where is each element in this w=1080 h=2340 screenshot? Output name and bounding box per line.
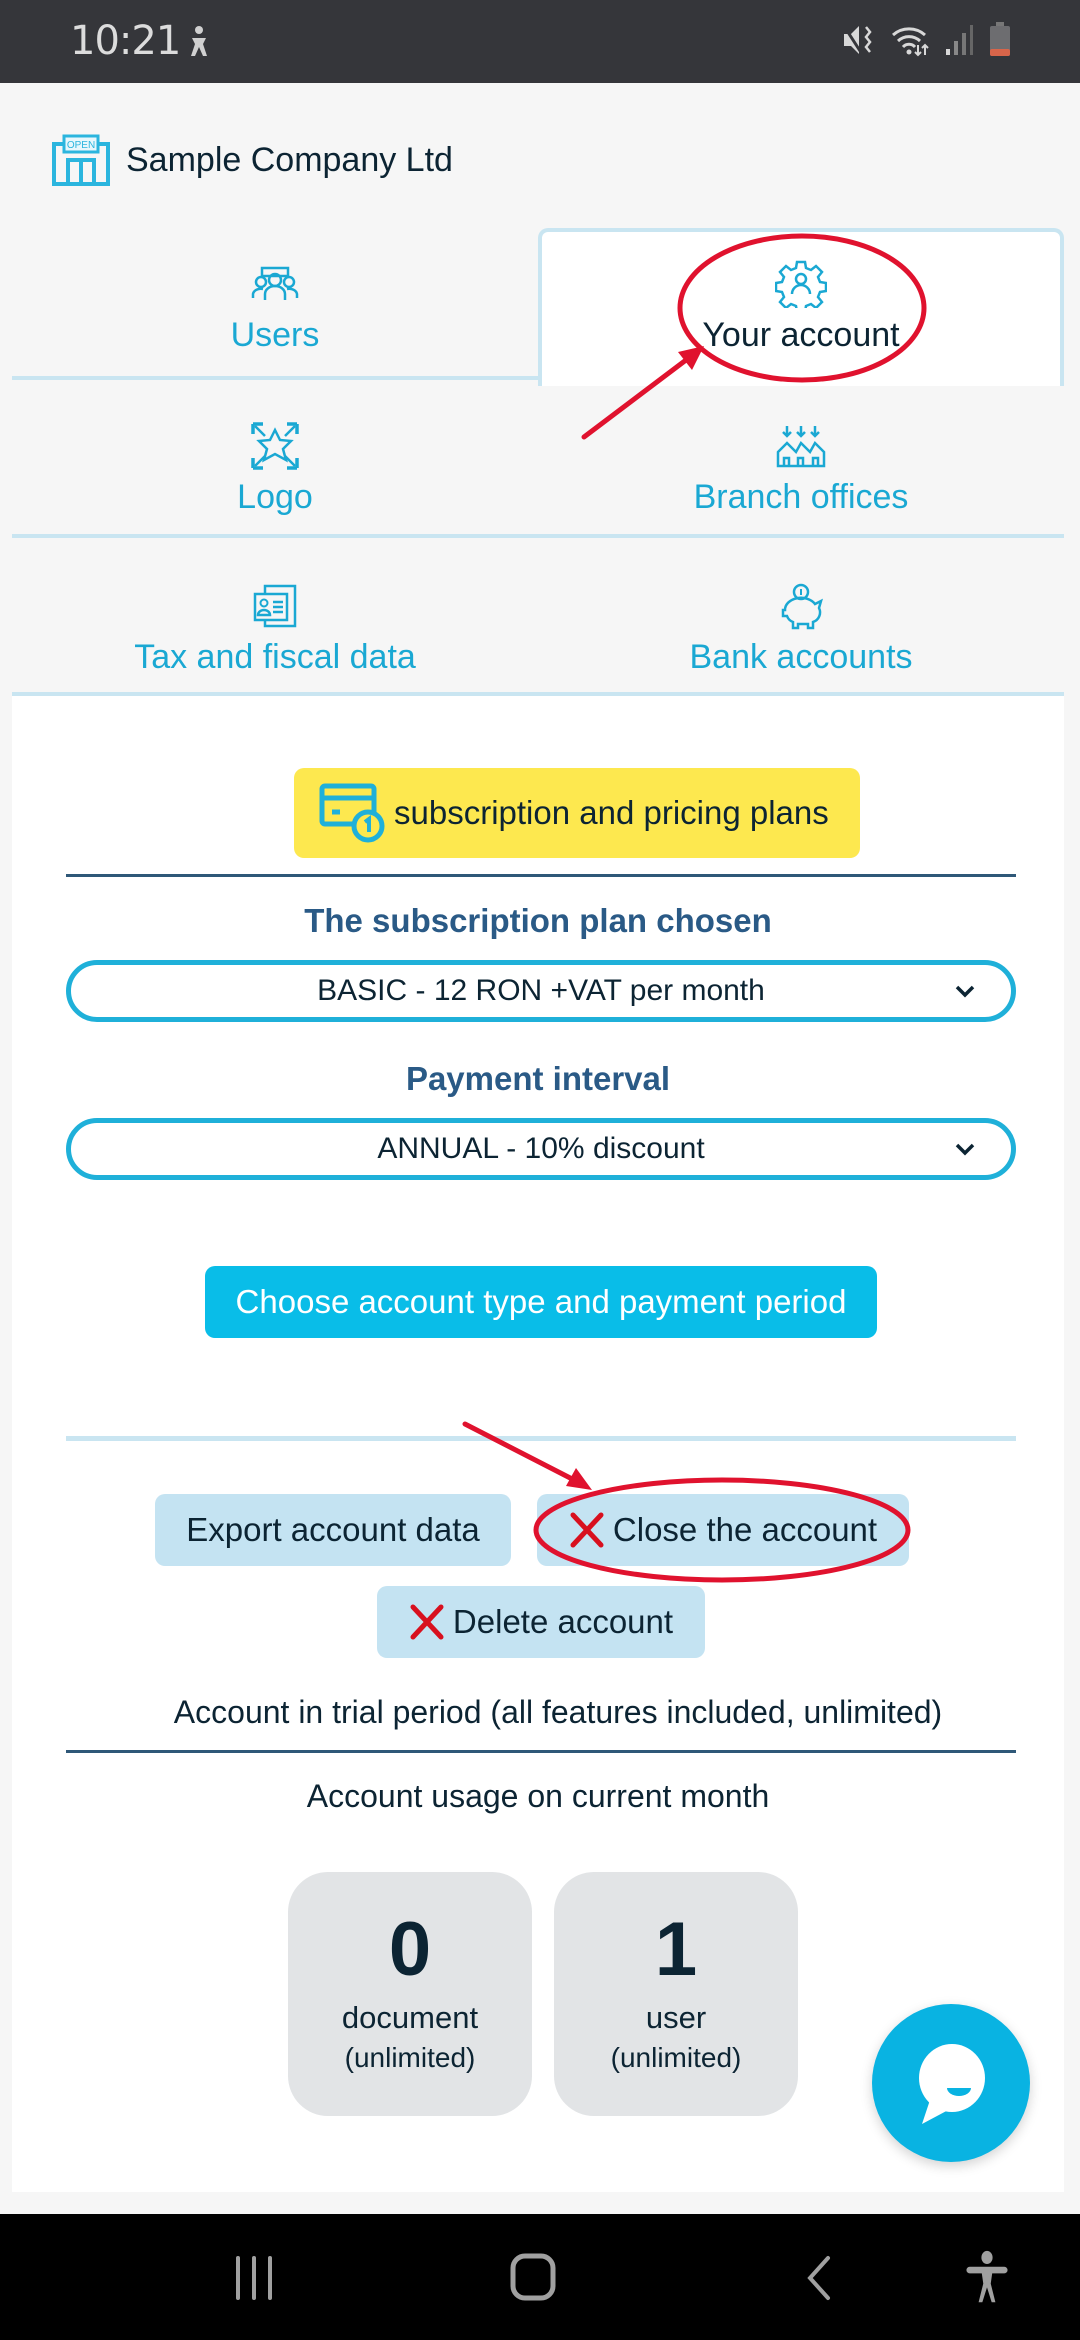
- delete-account-button[interactable]: Delete account: [377, 1586, 705, 1658]
- divider: [66, 1436, 1016, 1441]
- chat-bubble-icon: [919, 2044, 985, 2124]
- tab-users[interactable]: Users: [12, 238, 538, 386]
- chevron-down-icon: [955, 1143, 975, 1156]
- red-x-icon: [570, 1512, 604, 1548]
- tab-your-account[interactable]: Your account: [538, 228, 1064, 386]
- tab-logo[interactable]: Logo: [12, 400, 538, 548]
- payment-interval-select[interactable]: ANNUAL - 10% discount: [66, 1118, 1016, 1180]
- close-account-button[interactable]: Close the account: [537, 1494, 909, 1566]
- export-account-data-button[interactable]: Export account data: [155, 1494, 511, 1566]
- home-icon[interactable]: [508, 2250, 558, 2306]
- company-name: Sample Company Ltd: [126, 140, 453, 179]
- chat-button[interactable]: [872, 2004, 1030, 2162]
- divider: [66, 1750, 1016, 1753]
- branch-offices-icon: [776, 426, 826, 468]
- subscription-plan-select[interactable]: BASIC - 12 RON +VAT per month: [66, 960, 1016, 1022]
- status-bar: 10:21: [0, 0, 1080, 83]
- payment-interval-value: ANNUAL - 10% discount: [377, 1132, 705, 1165]
- accessibility-notification-icon: [191, 26, 207, 56]
- red-x-icon: [410, 1604, 444, 1640]
- shop-open-icon: OPEN: [52, 134, 110, 186]
- battery-low-icon: [990, 22, 1010, 56]
- chevron-down-icon: [955, 985, 975, 998]
- payment-interval-label: Payment interval: [405, 1060, 671, 1097]
- tab-label: Branch offices: [693, 478, 909, 516]
- company-header: OPEN Sample Company Ltd: [52, 134, 453, 186]
- divider: [66, 874, 1016, 877]
- usage-limit: (unlimited): [610, 2042, 742, 2073]
- choose-account-type-button[interactable]: Choose account type and payment period: [205, 1266, 877, 1338]
- usage-unit: document: [341, 2000, 479, 2035]
- account-gear-icon: [775, 260, 827, 308]
- usage-value: 1: [654, 1907, 698, 1992]
- tab-label: Bank accounts: [689, 638, 913, 676]
- account-panel: subscription and pricing plans The subsc…: [12, 696, 1064, 2192]
- subscription-pricing-button[interactable]: subscription and pricing plans: [294, 768, 860, 858]
- users-icon: [251, 266, 299, 300]
- delete-account-label: Delete account: [452, 1603, 674, 1640]
- usage-card-users: 1 user (unlimited): [554, 1872, 798, 2116]
- status-time: 10:21: [70, 18, 181, 64]
- tab-label: Logo: [237, 478, 313, 516]
- tab-label: Your account: [702, 316, 900, 354]
- tab-divider: [12, 376, 542, 380]
- tax-id-icon: [253, 584, 297, 628]
- tab-branch-offices[interactable]: Branch offices: [538, 400, 1064, 548]
- wifi-icon: [892, 27, 929, 57]
- svg-text:OPEN: OPEN: [67, 140, 95, 151]
- mute-vibrate-icon: [842, 25, 872, 55]
- back-icon[interactable]: [800, 2250, 836, 2306]
- subscription-plan-value: BASIC - 12 RON +VAT per month: [317, 974, 765, 1007]
- plan-label: The subscription plan chosen: [304, 902, 772, 939]
- usage-limit: (unlimited): [344, 2042, 476, 2073]
- signal-icon: [946, 25, 973, 55]
- export-account-data-label: Export account data: [186, 1511, 480, 1548]
- usage-unit: user: [645, 2000, 707, 2035]
- logo-icon: [251, 422, 299, 470]
- piggy-bank-icon: [781, 583, 823, 630]
- usage-title: Account usage on current month: [306, 1778, 770, 1814]
- tab-label: Tax and fiscal data: [134, 638, 416, 676]
- usage-value: 0: [388, 1907, 432, 1992]
- tab-bank-accounts[interactable]: Bank accounts: [538, 560, 1064, 708]
- tab-label: Users: [230, 316, 320, 354]
- usage-card-documents: 0 document (unlimited): [288, 1872, 532, 2116]
- trial-status-text: Account in trial period (all features in…: [173, 1694, 943, 1730]
- tab-tax-fiscal-data[interactable]: Tax and fiscal data: [12, 560, 538, 708]
- close-account-label: Close the account: [612, 1511, 878, 1548]
- subscription-pricing-label: subscription and pricing plans: [394, 794, 829, 831]
- recent-apps-icon[interactable]: [232, 2250, 276, 2306]
- card-payment-icon: [319, 783, 385, 843]
- accessibility-icon[interactable]: [962, 2250, 1012, 2306]
- system-nav-bar: [0, 2214, 1080, 2340]
- tab-divider: [12, 534, 1064, 538]
